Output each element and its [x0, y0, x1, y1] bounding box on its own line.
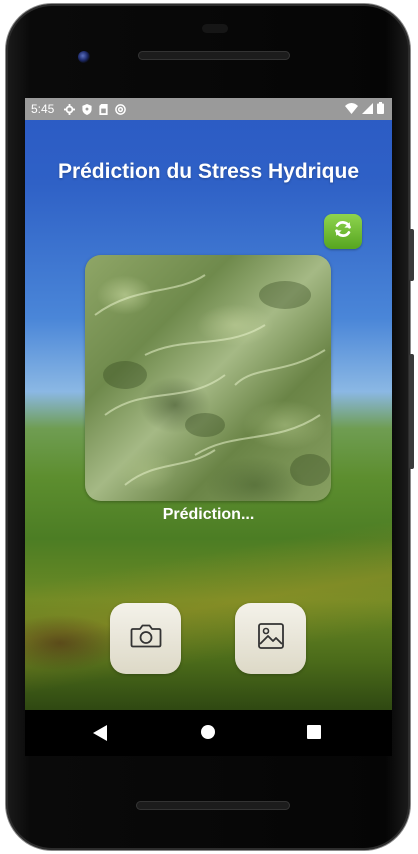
app-screen: 5:45 Prédiction du Stress Hydrique Prédi…	[25, 98, 392, 710]
camera-button[interactable]	[110, 603, 181, 674]
camera-icon	[130, 622, 162, 655]
earpiece	[138, 51, 290, 60]
navigation-bar	[25, 710, 392, 756]
gallery-button[interactable]	[235, 603, 306, 674]
status-bar: 5:45	[25, 98, 392, 120]
at-sign-icon	[115, 103, 127, 115]
bottom-speaker	[136, 801, 290, 810]
settings-icon	[64, 103, 76, 115]
refresh-button[interactable]	[324, 214, 362, 249]
sim-card-icon	[99, 103, 108, 115]
plant-photo	[85, 255, 331, 501]
status-time: 5:45	[31, 102, 55, 116]
refresh-icon	[332, 218, 354, 245]
wifi-icon	[345, 102, 358, 117]
back-icon[interactable]	[93, 725, 107, 746]
sensor	[202, 24, 228, 33]
home-icon[interactable]	[201, 725, 215, 744]
shield-icon	[82, 103, 92, 115]
volume-button	[409, 354, 414, 469]
prediction-status: Prédiction...	[162, 506, 255, 523]
signal-icon	[362, 102, 373, 117]
page-title: Prédiction du Stress Hydrique	[57, 160, 360, 183]
front-camera	[78, 51, 90, 63]
recents-icon[interactable]	[307, 725, 321, 744]
image-icon	[257, 622, 285, 655]
power-button	[409, 229, 414, 281]
battery-icon	[377, 102, 384, 117]
